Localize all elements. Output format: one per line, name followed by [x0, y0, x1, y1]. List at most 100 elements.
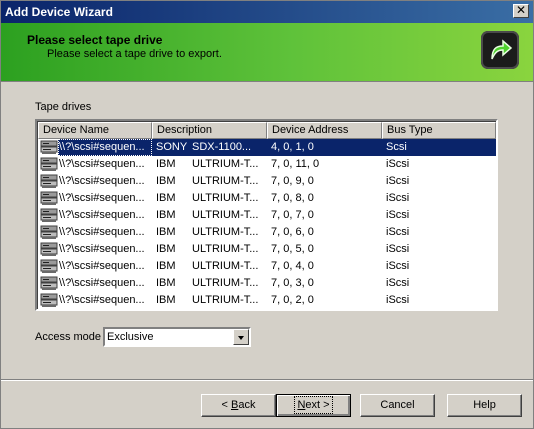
next-button[interactable]: Next > — [276, 394, 351, 417]
vendor-text: IBM — [156, 192, 176, 204]
model-text: ULTRIUM-T... — [192, 294, 259, 306]
header-subtitle: Please select a tape drive to export. — [47, 48, 222, 60]
column-header-bus-type[interactable]: Bus Type — [382, 122, 496, 139]
access-mode-label: Access mode — [35, 331, 102, 343]
vendor-text: IBM — [156, 294, 176, 306]
chevron-down-icon[interactable] — [233, 329, 249, 345]
vendor-text: IBM — [156, 209, 176, 221]
device-name-cell: \\?\scsi#sequen... — [59, 226, 145, 238]
vendor-text: IBM — [156, 277, 176, 289]
device-address-cell: 4, 0, 1, 0 — [267, 139, 382, 156]
device-name-cell: \\?\scsi#sequen... — [59, 158, 145, 170]
table-row[interactable]: \\?\scsi#sequen... IBM ULTRIUM-T... 7, 0, 8… — [38, 190, 496, 207]
table-row[interactable]: \\?\scsi#sequen... IBM ULTRIUM-T... 7, 0, 5… — [38, 241, 496, 258]
close-button[interactable]: ✕ — [513, 4, 529, 18]
description-cell: IBM ULTRIUM-T... — [152, 275, 267, 292]
model-text: ULTRIUM-T... — [192, 243, 259, 255]
table-row[interactable]: \\?\scsi#sequen... SONY SDX-1100... 4, 0, 1… — [38, 139, 496, 156]
model-text: ULTRIUM-T... — [192, 158, 259, 170]
table-row[interactable]: \\?\scsi#sequen... IBM ULTRIUM-T... 7, 0, 9… — [38, 173, 496, 190]
back-pre: < — [221, 399, 231, 411]
table-row[interactable]: \\?\scsi#sequen... IBM ULTRIUM-T... 7, 0, 4… — [38, 258, 496, 275]
tape-drive-icon — [38, 190, 58, 207]
model-text: ULTRIUM-T... — [192, 226, 259, 238]
device-name-cell: \\?\scsi#sequen... — [59, 192, 145, 204]
next-post: ext > — [305, 399, 330, 411]
device-name-cell: \\?\scsi#sequen... — [59, 260, 145, 272]
model-text: ULTRIUM-T... — [192, 277, 259, 289]
bus-type-cell: iScsi — [386, 192, 410, 204]
title-bar[interactable]: Add Device Wizard ✕ — [1, 1, 533, 23]
device-name-cell: \\?\scsi#sequen... — [59, 209, 145, 221]
vendor-text: SONY — [156, 141, 188, 153]
access-mode-value: Exclusive — [107, 331, 154, 343]
tape-drive-icon — [38, 173, 58, 190]
tape-drive-icon — [38, 224, 58, 241]
description-cell: IBM ULTRIUM-T... — [152, 156, 267, 173]
footer-separator — [1, 379, 533, 381]
back-post: ack — [238, 399, 256, 411]
device-name-cell: \\?\scsi#sequen... — [59, 243, 145, 255]
table-row[interactable]: \\?\scsi#sequen... IBM ULTRIUM-T... 7, 0, 3… — [38, 275, 496, 292]
device-name-cell: \\?\scsi#sequen... — [59, 277, 145, 289]
table-row[interactable]: \\?\scsi#sequen... IBM ULTRIUM-T... 7, 0, 1… — [38, 156, 496, 173]
table-row[interactable]: \\?\scsi#sequen... IBM ULTRIUM-T... 7, 0, 2… — [38, 292, 496, 309]
description-cell: IBM ULTRIUM-T... — [152, 173, 267, 190]
tape-drive-icon — [38, 156, 58, 173]
tape-drive-icon — [38, 207, 58, 224]
list-rows: \\?\scsi#sequen... SONY SDX-1100... 4, 0, 1… — [38, 139, 496, 309]
device-address-cell: 7, 0, 7, 0 — [271, 209, 314, 221]
bus-type-cell: iScsi — [386, 260, 410, 272]
window-title: Add Device Wizard — [5, 5, 113, 19]
table-row[interactable]: \\?\scsi#sequen... IBM ULTRIUM-T... 7, 0, 6… — [38, 224, 496, 241]
tape-drives-list[interactable]: Device Name Description Device Address B… — [35, 119, 498, 311]
back-button-label: < Back — [222, 399, 256, 411]
bus-type-cell: iScsi — [386, 243, 410, 255]
device-address-cell: 7, 0, 3, 0 — [271, 277, 314, 289]
column-header-device-name[interactable]: Device Name — [38, 122, 152, 139]
vendor-text: IBM — [156, 175, 176, 187]
column-header-device-address[interactable]: Device Address — [267, 122, 382, 139]
tape-drive-icon — [38, 275, 58, 292]
header-title: Please select tape drive — [27, 33, 163, 47]
tape-drive-icon — [38, 241, 58, 258]
vendor-text: IBM — [156, 260, 176, 272]
device-address-cell: 7, 0, 11, 0 — [271, 158, 320, 170]
device-address-cell: 7, 0, 8, 0 — [271, 192, 314, 204]
description-cell: SONY SDX-1100... — [152, 139, 267, 156]
model-text: ULTRIUM-T... — [192, 260, 259, 272]
bus-type-cell: Scsi — [382, 139, 496, 156]
device-name-cell: \\?\scsi#sequen... — [59, 175, 145, 187]
vendor-text: IBM — [156, 158, 176, 170]
description-cell: IBM ULTRIUM-T... — [152, 207, 267, 224]
cancel-button[interactable]: Cancel — [360, 394, 435, 417]
device-address-cell: 7, 0, 5, 0 — [271, 243, 314, 255]
bus-type-cell: iScsi — [386, 158, 410, 170]
model-text: ULTRIUM-T... — [192, 175, 259, 187]
forward-arrow-icon — [481, 31, 519, 69]
description-cell: IBM ULTRIUM-T... — [152, 258, 267, 275]
add-device-wizard-window: Add Device Wizard ✕ Please select tape d… — [0, 0, 534, 429]
vendor-text: IBM — [156, 226, 176, 238]
device-address-cell: 7, 0, 6, 0 — [271, 226, 314, 238]
bus-type-cell: iScsi — [386, 175, 410, 187]
description-cell: IBM ULTRIUM-T... — [152, 190, 267, 207]
back-button[interactable]: < Back — [201, 394, 276, 417]
bus-type-cell: iScsi — [386, 226, 410, 238]
description-cell: IBM ULTRIUM-T... — [152, 224, 267, 241]
device-name-cell: \\?\scsi#sequen... — [58, 139, 152, 156]
model-text: ULTRIUM-T... — [192, 209, 259, 221]
table-row[interactable]: \\?\scsi#sequen... IBM ULTRIUM-T... 7, 0, 7… — [38, 207, 496, 224]
column-header-description[interactable]: Description — [152, 122, 267, 139]
tape-drive-icon — [38, 139, 58, 156]
access-mode-select[interactable]: Exclusive — [103, 327, 251, 347]
list-header: Device Name Description Device Address B… — [38, 122, 496, 139]
device-address-cell: 7, 0, 9, 0 — [271, 175, 314, 187]
model-text: SDX-1100... — [192, 141, 252, 153]
model-text: ULTRIUM-T... — [192, 192, 259, 204]
help-button[interactable]: Help — [447, 394, 522, 417]
tape-drive-icon — [38, 292, 58, 309]
device-address-cell: 7, 0, 2, 0 — [271, 294, 314, 306]
tape-drive-icon — [38, 258, 58, 275]
device-name-cell: \\?\scsi#sequen... — [59, 294, 145, 306]
